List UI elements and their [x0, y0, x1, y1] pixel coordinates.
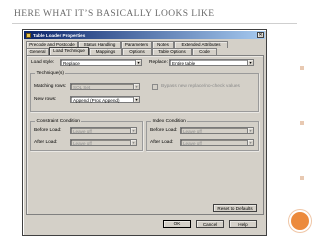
chevron-down-icon[interactable]: ▼ [130, 128, 136, 133]
close-icon[interactable]: ✕ [257, 32, 264, 38]
decorative-square [300, 66, 304, 70]
table-loader-icon [26, 32, 31, 38]
index-after-value: Leave off [183, 141, 202, 146]
cancel-button[interactable]: Cancel [196, 220, 224, 228]
title-bar[interactable]: Table Loader Properties ✕ [24, 31, 265, 39]
replace-value: Entire table [172, 61, 196, 66]
constraint-before-select[interactable]: Leave off ▼ [70, 127, 137, 134]
tab-notes[interactable]: Notes [152, 41, 174, 48]
technique-group: Technique(s) [30, 70, 259, 112]
index-condition-group: Index Condition [146, 118, 259, 151]
chevron-down-icon[interactable]: ▼ [135, 60, 141, 65]
load-style-label: Load style: [31, 60, 55, 65]
window-title: Table Loader Properties [33, 32, 86, 38]
index-after-label: After Load: [150, 140, 174, 145]
technique-group-title: Technique(s) [35, 70, 66, 76]
constraint-group-title: Constraint Condition [35, 118, 82, 124]
tab-code[interactable]: Code [192, 48, 217, 55]
matching-rows-label: Matching rows: [34, 84, 67, 89]
ok-button[interactable]: OK [163, 220, 191, 228]
tab-options[interactable]: Options [122, 48, 152, 55]
load-technique-panel: Load style: Replace ▼ Replace: Entire ta… [26, 55, 264, 215]
new-rows-select[interactable]: Append (Proc Append) ▼ [70, 96, 140, 103]
index-before-select[interactable]: Leave off ▼ [180, 127, 254, 134]
bypass-checkbox[interactable] [152, 84, 158, 90]
constraint-after-select[interactable]: Leave off ▼ [70, 139, 137, 146]
chevron-down-icon[interactable]: ▼ [133, 84, 139, 89]
slide-title: Here What It’s Basically Looks Like [14, 9, 215, 19]
tab-extended-attributes[interactable]: Extended Attributes [174, 41, 228, 48]
decorative-orange-circle [289, 210, 311, 232]
decorative-square [300, 176, 304, 180]
bypass-checkbox-label: Bypass new replace/no-check values [161, 84, 240, 89]
replace-select[interactable]: Entire table ▼ [169, 59, 254, 66]
constraint-before-label: Before Load: [34, 128, 62, 133]
decorative-square [300, 121, 304, 125]
tab-mappings[interactable]: Mappings [89, 48, 122, 55]
index-after-select[interactable]: Leave off ▼ [180, 139, 254, 146]
load-style-value: Replace [63, 61, 80, 66]
replace-label: Replace: [149, 60, 168, 65]
constraint-after-label: After Load: [34, 140, 58, 145]
reset-to-defaults-button[interactable]: Reset to Defaults [213, 204, 257, 212]
new-rows-value: Append (Proc Append) [73, 98, 120, 103]
chevron-down-icon[interactable]: ▼ [247, 140, 253, 145]
matching-rows-select[interactable]: SQL Set ▼ [70, 83, 140, 90]
table-loader-properties-dialog: Table Loader Properties ✕ Precode and Po… [22, 29, 267, 236]
index-group-title: Index Condition [151, 118, 188, 124]
title-divider [12, 23, 297, 24]
constraint-before-value: Leave off [73, 129, 92, 134]
chevron-down-icon[interactable]: ▼ [133, 97, 139, 102]
load-style-select[interactable]: Replace ▼ [60, 59, 142, 66]
index-before-value: Leave off [183, 129, 202, 134]
chevron-down-icon[interactable]: ▼ [247, 128, 253, 133]
tab-general[interactable]: General [26, 48, 49, 55]
tab-load-technique[interactable]: Load Technique [49, 47, 89, 55]
tab-parameters[interactable]: Parameters [121, 41, 152, 48]
help-button[interactable]: Help [229, 220, 257, 228]
constraint-after-value: Leave off [73, 141, 92, 146]
tab-table-options[interactable]: Table Options [152, 48, 192, 55]
constraint-condition-group: Constraint Condition [30, 118, 143, 151]
index-before-label: Before Load: [150, 128, 178, 133]
chevron-down-icon[interactable]: ▼ [130, 140, 136, 145]
matching-rows-value: SQL Set [73, 85, 91, 90]
new-rows-label: New rows: [34, 97, 57, 102]
chevron-down-icon[interactable]: ▼ [247, 60, 253, 65]
